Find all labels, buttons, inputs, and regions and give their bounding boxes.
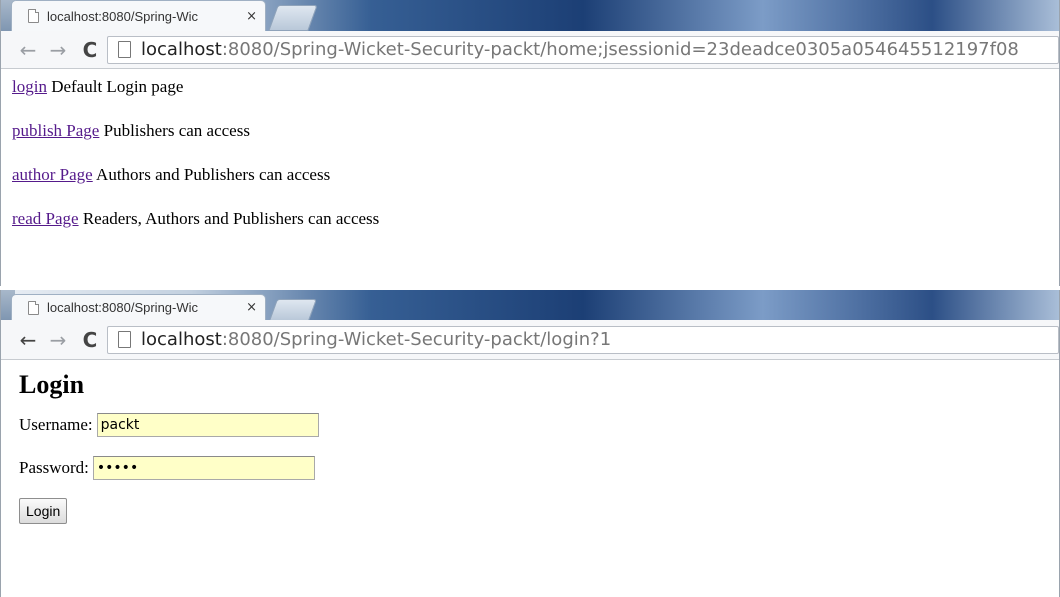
url-path: :8080/Spring-Wicket-Security-packt/home;…	[221, 39, 1019, 60]
page-title: Login	[19, 370, 85, 399]
username-label: Username:	[19, 415, 93, 434]
forward-arrow-icon[interactable]: →	[43, 38, 73, 62]
home-link-row: read Page Readers, Authors and Publisher…	[12, 209, 1059, 253]
reload-icon[interactable]: C	[73, 328, 107, 352]
link-description: Default Login page	[46, 77, 184, 96]
home-page-content: login Default Login page publish Page Pu…	[1, 69, 1059, 253]
close-icon[interactable]: ×	[246, 9, 257, 24]
link-description: Publishers can access	[99, 121, 250, 140]
back-arrow-icon[interactable]: ←	[13, 38, 43, 62]
url-host: localhost	[141, 39, 222, 60]
new-tab-button[interactable]	[268, 299, 318, 320]
page-icon	[28, 9, 39, 23]
address-bar[interactable]: localhost:8080/Spring-Wicket-Security-pa…	[107, 325, 1059, 354]
browser-window-home: localhost:8080/Spring-Wic × ← → C localh…	[0, 0, 1060, 286]
author-page-link[interactable]: author Page	[12, 165, 93, 184]
page-icon	[28, 300, 39, 315]
password-field[interactable]	[92, 456, 315, 480]
home-link-row: publish Page Publishers can access	[12, 121, 1059, 165]
browser-window-login: localhost:8080/Spring-Wic × ← → C localh…	[0, 290, 1060, 597]
link-description: Readers, Authors and Publishers can acce…	[78, 209, 380, 228]
tab-title: localhost:8080/Spring-Wic	[47, 8, 199, 24]
back-arrow-icon[interactable]: ←	[13, 328, 43, 352]
username-row: Username:	[19, 412, 1059, 438]
home-link-row: login Default Login page	[12, 77, 1059, 121]
address-bar[interactable]: localhost:8080/Spring-Wicket-Security-pa…	[107, 35, 1059, 64]
browser-tab[interactable]: localhost:8080/Spring-Wic ×	[11, 294, 266, 320]
login-button[interactable]: Login	[19, 498, 68, 524]
page-icon	[118, 331, 131, 348]
home-link-row: author Page Authors and Publishers can a…	[12, 165, 1059, 209]
password-label: Password:	[19, 458, 89, 477]
url-host: localhost	[141, 329, 222, 350]
close-icon[interactable]: ×	[246, 300, 257, 315]
login-page-content: Login Username: Password: Login	[1, 360, 1059, 524]
link-description: Authors and Publishers can access	[92, 165, 331, 184]
page-icon	[118, 41, 131, 58]
browser-toolbar: ← → C localhost:8080/Spring-Wicket-Secur…	[1, 320, 1059, 360]
username-field[interactable]	[96, 413, 319, 437]
url-text: localhost:8080/Spring-Wicket-Security-pa…	[141, 39, 1019, 60]
read-page-link[interactable]: read Page	[12, 209, 79, 228]
tab-strip: localhost:8080/Spring-Wic ×	[1, 290, 1059, 320]
reload-icon[interactable]: C	[73, 38, 107, 62]
tab-strip: localhost:8080/Spring-Wic ×	[1, 0, 1059, 31]
publish-page-link[interactable]: publish Page	[12, 121, 99, 140]
new-tab-button[interactable]	[268, 5, 318, 31]
login-link[interactable]: login	[12, 77, 47, 96]
tab-title: localhost:8080/Spring-Wic	[47, 300, 199, 315]
browser-tab[interactable]: localhost:8080/Spring-Wic ×	[11, 0, 266, 31]
browser-toolbar: ← → C localhost:8080/Spring-Wicket-Secur…	[1, 31, 1059, 69]
url-path: :8080/Spring-Wicket-Security-packt/login…	[221, 329, 612, 350]
forward-arrow-icon[interactable]: →	[43, 328, 73, 352]
url-text: localhost:8080/Spring-Wicket-Security-pa…	[141, 329, 611, 350]
password-row: Password:	[19, 455, 1059, 481]
